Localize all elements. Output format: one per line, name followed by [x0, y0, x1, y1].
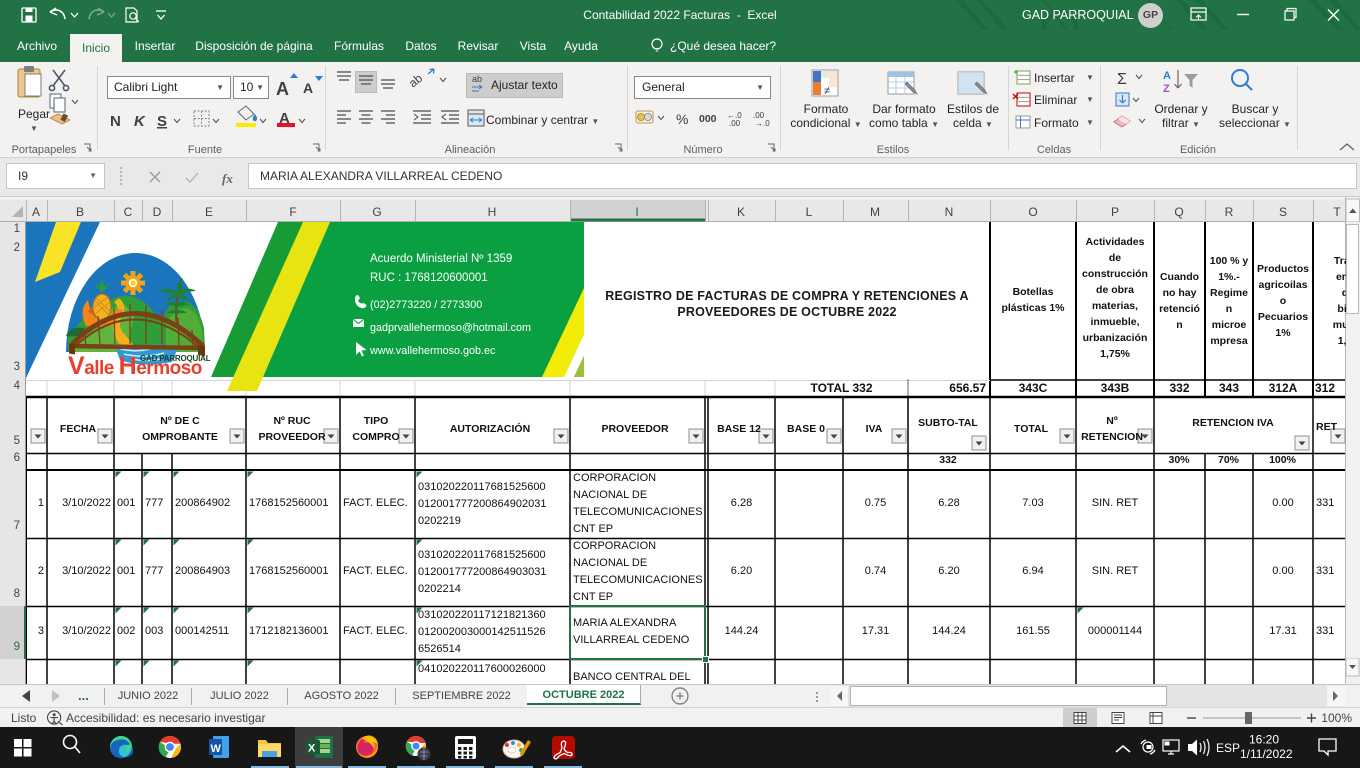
- svg-text:A: A: [32, 205, 40, 219]
- svg-text:P: P: [1111, 205, 1119, 219]
- svg-text:ab: ab: [472, 74, 482, 84]
- svg-text:S: S: [1279, 205, 1287, 219]
- svg-text:Acuerdo Ministerial Nº 1359: Acuerdo Ministerial Nº 1359: [370, 253, 512, 265]
- svg-text:Z: Z: [1163, 83, 1170, 95]
- svg-text:.00: .00: [729, 119, 741, 128]
- svg-text:Q: Q: [1174, 205, 1183, 219]
- svg-text:F: F: [289, 205, 296, 219]
- svg-text:W: W: [211, 743, 222, 755]
- svg-text:ab: ab: [406, 71, 425, 91]
- svg-text:S: S: [157, 113, 167, 130]
- svg-text:B: B: [76, 205, 84, 219]
- svg-text:www.vallehermoso.gob.ec: www.vallehermoso.gob.ec: [369, 345, 496, 357]
- svg-text:X: X: [308, 743, 316, 755]
- svg-text:L: L: [806, 205, 813, 219]
- svg-text:M: M: [870, 205, 880, 219]
- svg-text:K: K: [134, 113, 146, 130]
- svg-text:fx: fx: [222, 171, 233, 186]
- svg-text:1/11/2022: 1/11/2022: [1240, 747, 1293, 761]
- svg-text:A: A: [1163, 70, 1171, 82]
- svg-text:RUC : 1768120600001: RUC : 1768120600001: [370, 272, 488, 284]
- svg-text:N: N: [110, 113, 121, 130]
- svg-text:A: A: [276, 79, 289, 99]
- svg-text:N: N: [945, 205, 954, 219]
- svg-text:H: H: [488, 205, 497, 219]
- svg-text:gadprvallehermoso@hotmail.com: gadprvallehermoso@hotmail.com: [370, 322, 531, 334]
- svg-text:...: ...: [78, 688, 89, 703]
- svg-text:(02)2773220 / 2773300: (02)2773220 / 2773300: [370, 299, 482, 311]
- svg-text:→.0: →.0: [755, 119, 770, 128]
- svg-text:C: C: [124, 205, 133, 219]
- svg-text:GAD PARROQUIAL: GAD PARROQUIAL: [140, 354, 211, 363]
- svg-text:000: 000: [699, 113, 717, 125]
- svg-text:I: I: [635, 205, 638, 219]
- svg-text:E: E: [205, 205, 213, 219]
- svg-text:≠: ≠: [824, 85, 830, 97]
- svg-text:O: O: [1028, 205, 1037, 219]
- svg-text:%: %: [676, 111, 688, 127]
- svg-text:Σ: Σ: [1117, 71, 1127, 88]
- svg-text:K: K: [737, 205, 745, 219]
- svg-text:16:20: 16:20: [1249, 733, 1279, 747]
- svg-text:A: A: [303, 80, 313, 96]
- svg-text:D: D: [153, 205, 162, 219]
- svg-text:T: T: [1333, 205, 1341, 219]
- svg-text:ESP: ESP: [1216, 741, 1240, 755]
- svg-text:R: R: [1225, 205, 1234, 219]
- svg-text:G: G: [372, 205, 381, 219]
